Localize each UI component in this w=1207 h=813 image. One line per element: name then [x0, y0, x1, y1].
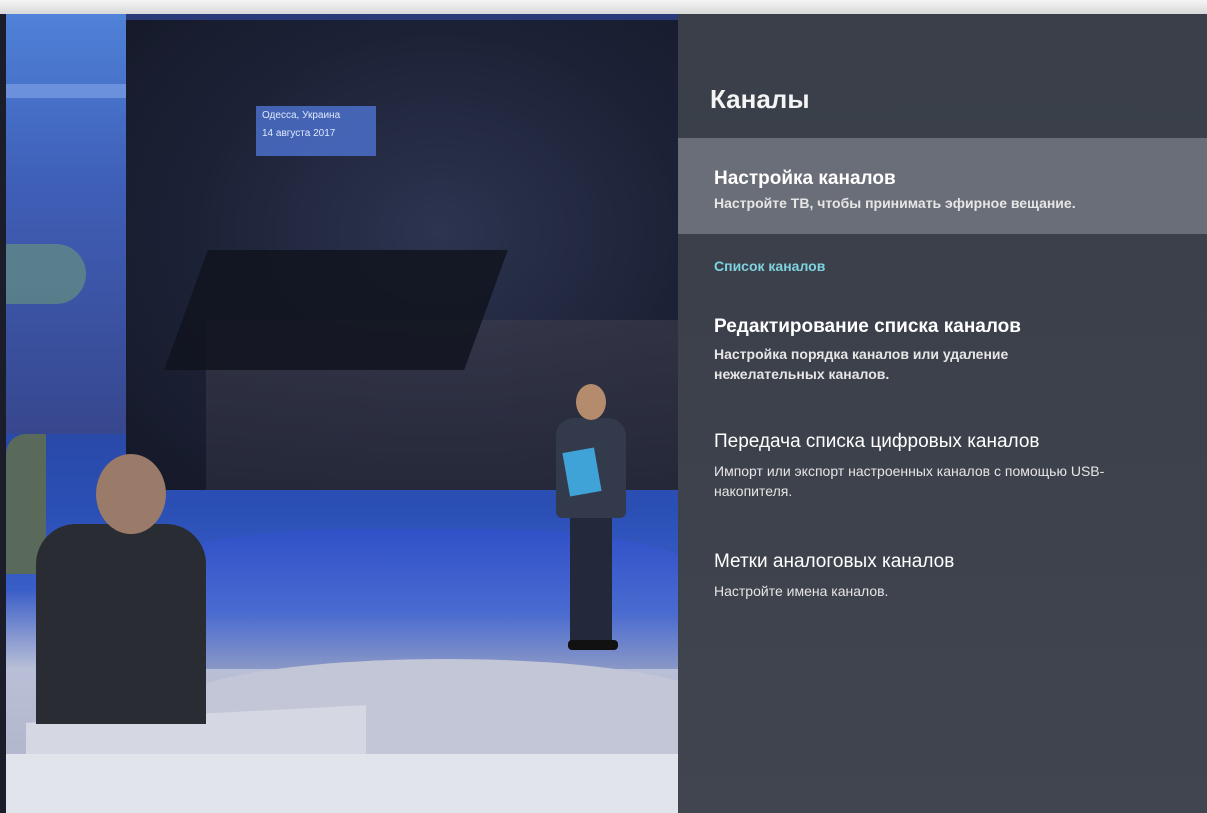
channels-settings-panel: Каналы Настройка каналов Настройте ТВ, ч…	[678, 14, 1207, 813]
broadcast-caption-date: 14 августа 2017	[262, 128, 336, 139]
menu-item-edit-channel-list[interactable]: Редактирование списка каналов Настройка …	[678, 304, 1207, 404]
studio-left-wall	[6, 14, 126, 434]
host-figure	[546, 384, 636, 654]
menu-item-subtitle: Настройте имена каналов.	[714, 583, 889, 599]
menu-item-analog-labels[interactable]: Метки аналоговых каналов Настройте имена…	[678, 539, 1207, 619]
menu-item-title: Метки аналоговых каналов	[714, 551, 955, 572]
menu-item-subtitle: Настройка порядка каналов или удаление н…	[714, 346, 1009, 382]
tv-screen: Одесса, Украина 14 августа 2017 Каналы Н…	[0, 0, 1207, 813]
menu-item-subtitle: Импорт или экспорт настроенных каналов с…	[714, 463, 1105, 499]
menu-item-transfer-digital-list[interactable]: Передача списка цифровых каналов Импорт …	[678, 419, 1207, 529]
tv-bezel	[0, 0, 1207, 14]
menu-item-title: Редактирование списка каналов	[714, 316, 1021, 337]
stage-foreground	[6, 754, 696, 813]
panel-title: Каналы	[710, 84, 810, 114]
guest-figure	[36, 454, 206, 724]
broadcast-caption-location: Одесса, Украина	[262, 110, 341, 121]
section-header-channel-list: Список каналов	[714, 258, 826, 274]
menu-item-title: Передача списка цифровых каналов	[714, 431, 1040, 452]
broadcast-video: Одесса, Украина 14 августа 2017	[6, 14, 696, 813]
menu-item-channel-setup[interactable]: Настройка каналов Настройте ТВ, чтобы пр…	[678, 138, 1207, 234]
menu-item-subtitle: Настройте ТВ, чтобы принимать эфирное ве…	[714, 195, 1076, 211]
menu-item-title: Настройка каналов	[714, 168, 896, 189]
